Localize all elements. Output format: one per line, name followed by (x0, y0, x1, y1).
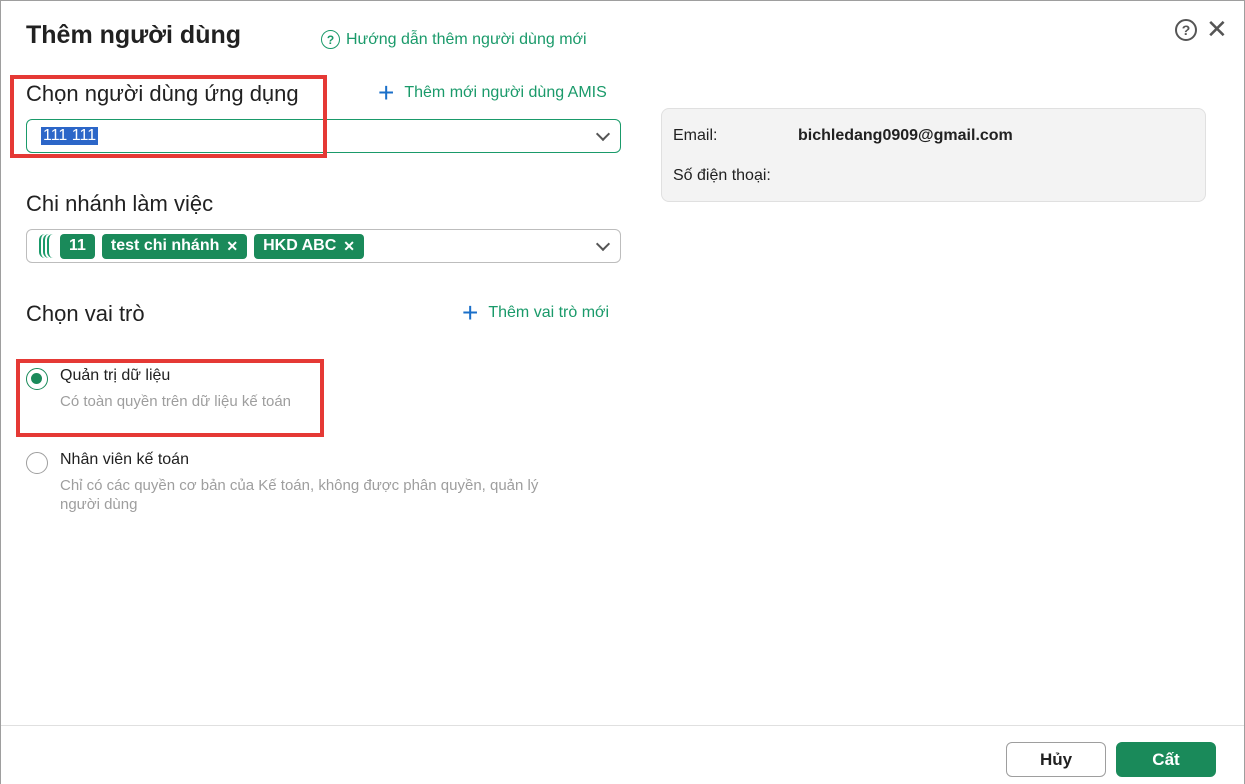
phone-label: Số điện thoại: (673, 167, 771, 184)
user-info-card: Email: bichledang0909@gmail.com Số điện … (661, 108, 1206, 202)
question-circle-icon: ? (321, 30, 340, 49)
role-option-title: Nhân viên kế toán (60, 451, 189, 468)
plus-icon: + (462, 297, 479, 328)
branch-chip-count: 11 (60, 233, 95, 259)
branch-chip: test chi nhánh ✕ (101, 233, 248, 259)
remove-chip-icon[interactable]: ✕ (226, 238, 238, 255)
app-user-label: Chọn người dùng ứng dụng (26, 81, 299, 106)
role-option-desc: Có toàn quyền trên dữ liệu kế toán (60, 393, 292, 410)
branch-select[interactable]: 11 test chi nhánh ✕ HKD ABC ✕ (26, 229, 621, 263)
remove-chip-icon[interactable]: ✕ (343, 238, 355, 255)
add-role-link[interactable]: + Thêm vai trò mới (462, 297, 610, 328)
add-role-label: Thêm vai trò mới (488, 304, 610, 321)
save-button[interactable]: Cất (1116, 742, 1216, 777)
add-user-dialog: Thêm người dùng ? Hướng dẫn thêm người d… (0, 0, 1245, 784)
role-option-admin[interactable]: Quản trị dữ liệu Có toàn quyền trên dữ l… (26, 367, 580, 411)
guide-link-label: Hướng dẫn thêm người dùng mới (346, 30, 587, 48)
app-user-select[interactable]: 111 111 (26, 119, 621, 153)
branch-chips: 11 test chi nhánh ✕ HKD ABC ✕ (39, 233, 365, 259)
role-label: Chọn vai trò (26, 301, 145, 326)
add-amis-user-label: Thêm mới người dùng AMIS (404, 84, 607, 101)
radio-button[interactable] (26, 452, 48, 474)
guide-link[interactable]: ? Hướng dẫn thêm người dùng mới (321, 30, 587, 49)
email-label: Email: (673, 127, 718, 144)
branch-chip: HKD ABC ✕ (254, 233, 365, 259)
email-value: bichledang0909@gmail.com (798, 127, 1013, 144)
help-icon[interactable]: ? (1175, 19, 1197, 41)
radio-button[interactable] (26, 368, 48, 390)
role-option-desc: Chỉ có các quyền cơ bản của Kế toán, khô… (60, 477, 539, 513)
dialog-title: Thêm người dùng (26, 21, 242, 49)
close-icon[interactable]: ✕ (1206, 15, 1228, 43)
role-option-accountant[interactable]: Nhân viên kế toán Chỉ có các quyền cơ bả… (26, 451, 580, 514)
stack-icon (39, 234, 53, 258)
role-option-title: Quản trị dữ liệu (60, 367, 171, 384)
plus-icon: + (378, 77, 395, 108)
chevron-down-icon[interactable] (595, 236, 611, 252)
cancel-button[interactable]: Hủy (1006, 742, 1106, 777)
chevron-down-icon[interactable] (595, 126, 611, 142)
app-user-selected-value: 111 111 (41, 127, 99, 145)
branch-label: Chi nhánh làm việc (26, 191, 214, 216)
add-amis-user-link[interactable]: + Thêm mới người dùng AMIS (378, 77, 607, 108)
